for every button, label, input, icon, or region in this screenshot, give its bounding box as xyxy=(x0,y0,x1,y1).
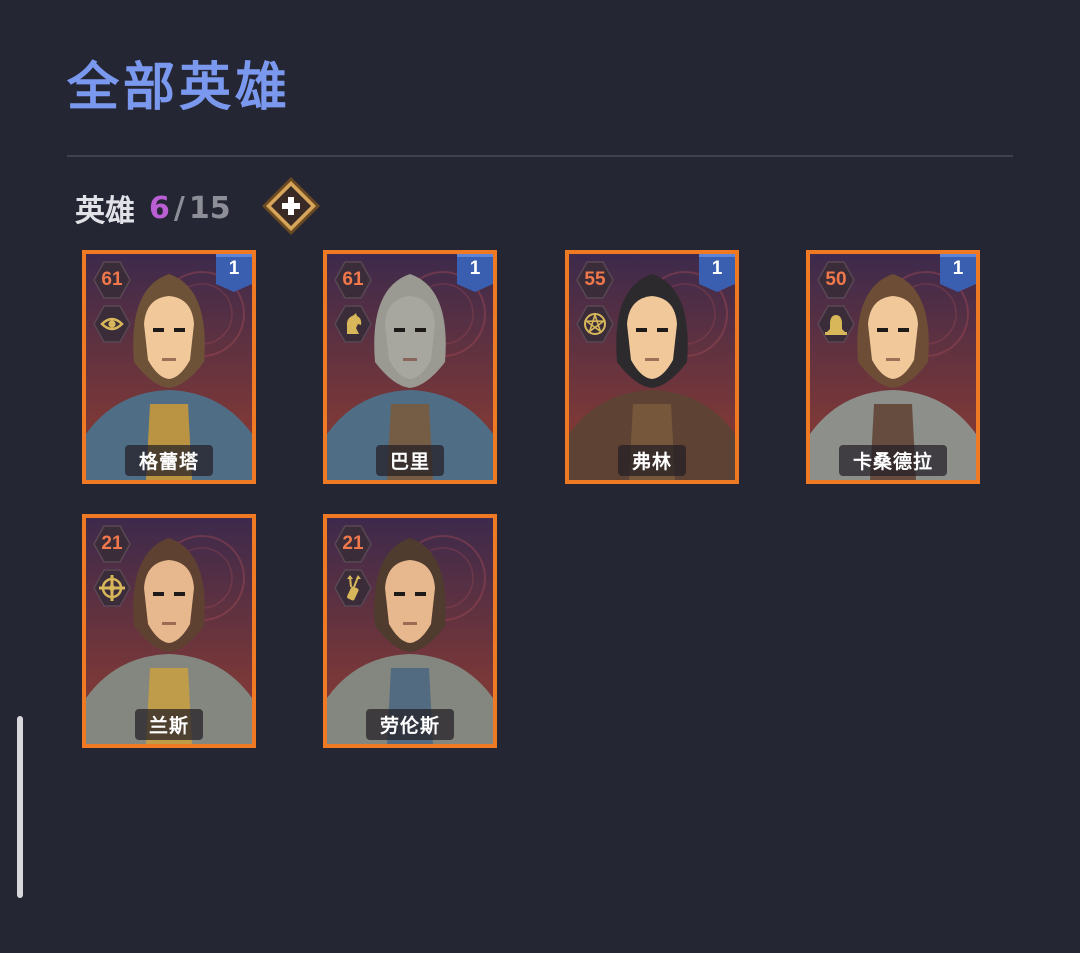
level-ribbon: 1 xyxy=(699,254,735,294)
plus-diamond-icon xyxy=(262,177,320,235)
hero-name: 兰斯 xyxy=(134,709,203,740)
power-badge: 50 xyxy=(816,260,856,300)
roster-max: 15 xyxy=(188,190,231,226)
hero-name: 格蕾塔 xyxy=(124,445,213,476)
roster-separator: / xyxy=(173,190,185,226)
hero-name-plate: 弗林 xyxy=(569,445,735,476)
power-badge: 61 xyxy=(333,260,373,300)
level-ribbon: 1 xyxy=(457,254,493,294)
pentagram-icon xyxy=(583,312,607,335)
horse-icon xyxy=(346,313,362,334)
roster-count: 6 xyxy=(149,190,170,226)
power-value: 55 xyxy=(584,269,606,290)
class-badge xyxy=(816,304,856,344)
hero-name-plate: 巴里 xyxy=(327,445,493,476)
class-badge xyxy=(575,304,615,344)
hero-name-plate: 兰斯 xyxy=(86,709,252,740)
hero-card[interactable]: 61 1 格蕾塔 xyxy=(82,250,256,484)
hero-name-plate: 劳伦斯 xyxy=(327,709,493,740)
hero-card[interactable]: 21 劳伦斯 xyxy=(323,514,497,748)
hero-name: 卡桑德拉 xyxy=(838,445,947,476)
hero-name-plate: 卡桑德拉 xyxy=(810,445,976,476)
class-badge xyxy=(333,304,373,344)
page-title: 全部英雄 xyxy=(67,58,292,118)
quiver-icon xyxy=(347,575,361,601)
power-badge: 21 xyxy=(333,524,373,564)
hero-card[interactable]: 21 兰斯 xyxy=(82,514,256,748)
level-ribbon: 1 xyxy=(216,254,252,294)
class-badge xyxy=(333,568,373,608)
hero-name: 弗林 xyxy=(617,445,686,476)
roster-label: 英雄 xyxy=(75,194,135,229)
power-value: 61 xyxy=(342,269,364,290)
power-value: 61 xyxy=(101,269,123,290)
level-value: 1 xyxy=(952,258,964,279)
crosshair-icon xyxy=(99,575,125,601)
power-value: 50 xyxy=(825,269,847,290)
class-badge xyxy=(92,568,132,608)
power-value: 21 xyxy=(342,533,364,554)
class-badge xyxy=(92,304,132,344)
hero-card[interactable]: 61 1 巴里 xyxy=(323,250,497,484)
hero-roster-header: 英雄 6 / 15 xyxy=(75,186,231,230)
hero-name: 劳伦斯 xyxy=(365,709,454,740)
level-ribbon: 1 xyxy=(940,254,976,294)
add-hero-button[interactable] xyxy=(261,176,321,236)
level-value: 1 xyxy=(711,258,723,279)
eye-icon xyxy=(100,317,124,331)
scrollbar-thumb[interactable] xyxy=(17,716,23,898)
bell-icon xyxy=(825,315,847,335)
power-badge: 55 xyxy=(575,260,615,300)
hero-card[interactable]: 50 1 卡桑德拉 xyxy=(806,250,980,484)
power-badge: 61 xyxy=(92,260,132,300)
level-value: 1 xyxy=(228,258,240,279)
hero-card[interactable]: 55 1 弗林 xyxy=(565,250,739,484)
level-value: 1 xyxy=(469,258,481,279)
title-divider xyxy=(67,155,1013,157)
hero-name-plate: 格蕾塔 xyxy=(86,445,252,476)
hero-name: 巴里 xyxy=(375,445,444,476)
power-badge: 21 xyxy=(92,524,132,564)
power-value: 21 xyxy=(101,533,123,554)
